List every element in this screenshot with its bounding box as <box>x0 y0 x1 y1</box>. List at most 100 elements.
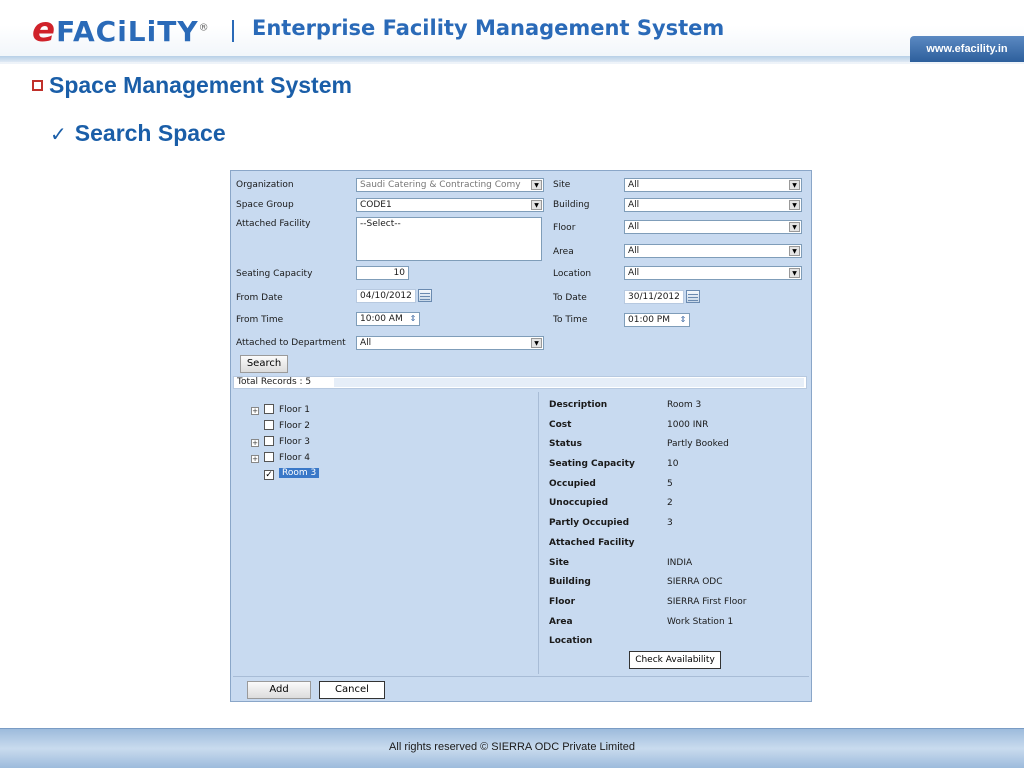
total-records-bar: Total Records : 5 <box>233 376 807 389</box>
footer-copyright: All rights reserved © SIERRA ODC Private… <box>389 741 635 753</box>
detail-value: SIERRA First Floor <box>667 597 747 607</box>
detail-label: Status <box>549 439 582 449</box>
tree-item[interactable]: + Floor 3 <box>251 436 310 450</box>
floor-label: Floor <box>553 223 576 233</box>
add-button[interactable]: Add <box>247 681 311 699</box>
organization-select[interactable]: Saudi Catering & Contracting Comy ▼ <box>356 178 544 192</box>
checkbox-icon[interactable] <box>264 404 274 414</box>
check-availability-button[interactable]: Check Availability <box>629 651 721 669</box>
spinner-icon[interactable]: ⇕ <box>677 314 689 326</box>
site-label: Site <box>553 180 571 190</box>
area-select[interactable]: All ▼ <box>624 244 802 258</box>
subsection-title-text: Search Space <box>74 120 226 146</box>
detail-label: Seating Capacity <box>549 459 635 469</box>
attached-facility-label: Attached Facility <box>236 219 311 229</box>
page-footer: All rights reserved © SIERRA ODC Private… <box>0 728 1024 768</box>
dropdown-arrow-icon: ▼ <box>789 180 800 190</box>
checkbox-icon[interactable] <box>264 452 274 462</box>
detail-label: Site <box>549 558 569 568</box>
to-date-label: To Date <box>553 293 587 303</box>
checkbox-icon[interactable] <box>264 420 274 430</box>
tree-item[interactable]: + Floor 4 <box>251 452 310 466</box>
calendar-icon[interactable] <box>686 290 700 303</box>
logo-text: FACiLiTY <box>56 15 199 48</box>
space-details: Description Room 3 Cost 1000 INR Status … <box>538 392 810 674</box>
building-select[interactable]: All ▼ <box>624 198 802 212</box>
subsection-title: ✓ Search Space <box>50 120 226 147</box>
search-button[interactable]: Search <box>240 355 288 373</box>
header-url[interactable]: www.efacility.in <box>910 36 1024 62</box>
seating-capacity-label: Seating Capacity <box>236 269 313 279</box>
logo-e: e <box>32 10 57 50</box>
dropdown-arrow-icon: ▼ <box>531 200 542 210</box>
space-group-select[interactable]: CODE1 ▼ <box>356 198 544 212</box>
header-title: Enterprise Facility Management System <box>252 16 725 40</box>
detail-label: Building <box>549 577 591 587</box>
app-header: eFACiLiTY® Enterprise Facility Managemen… <box>0 0 1024 64</box>
detail-value: 1000 INR <box>667 420 709 430</box>
tree-item-selected[interactable]: ✓ Room 3 <box>251 467 320 481</box>
header-separator <box>232 20 234 42</box>
detail-label: Location <box>549 636 593 646</box>
checkmark-icon: ✓ <box>50 122 67 146</box>
detail-value: 3 <box>667 518 673 528</box>
expand-plus-icon[interactable]: + <box>251 407 259 415</box>
to-date-input[interactable]: 30/11/2012 <box>624 290 684 304</box>
detail-value: 10 <box>667 459 679 469</box>
organization-label: Organization <box>236 180 294 190</box>
detail-label: Floor <box>549 597 576 607</box>
from-date-label: From Date <box>236 293 283 303</box>
space-group-label: Space Group <box>236 200 294 210</box>
logo-registered: ® <box>198 22 210 34</box>
detail-label: Partly Occupied <box>549 518 630 528</box>
detail-value: 5 <box>667 479 673 489</box>
section-title: Space Management System <box>32 72 352 99</box>
location-select[interactable]: All ▼ <box>624 266 802 280</box>
calendar-icon[interactable] <box>418 289 432 302</box>
tree-item[interactable]: Floor 2 <box>251 420 310 434</box>
from-time-label: From Time <box>236 315 284 325</box>
detail-label: Description <box>549 400 608 410</box>
space-tree: + Floor 1 Floor 2 + Floor 3 + Floor 4 ✓ Room… <box>233 392 537 674</box>
efacility-logo: eFACiLiTY® <box>32 10 210 50</box>
dropdown-arrow-icon: ▼ <box>531 338 542 348</box>
checkbox-icon[interactable] <box>264 436 274 446</box>
detail-label: Attached Facility <box>549 538 635 548</box>
detail-label: Occupied <box>549 479 596 489</box>
expand-plus-icon[interactable]: + <box>251 455 259 463</box>
site-select[interactable]: All ▼ <box>624 178 802 192</box>
detail-value: INDIA <box>667 558 693 568</box>
square-bullet-icon <box>32 80 43 91</box>
attached-department-select[interactable]: All ▼ <box>356 336 544 350</box>
detail-value: 2 <box>667 498 673 508</box>
attached-facility-listbox[interactable]: --Select-- <box>356 217 542 261</box>
attached-department-label: Attached to Department <box>236 338 346 348</box>
to-time-label: To Time <box>553 315 588 325</box>
dropdown-arrow-icon: ▼ <box>789 222 800 232</box>
detail-value: Room 3 <box>667 400 702 410</box>
dropdown-arrow-icon: ▼ <box>789 268 800 278</box>
from-date-input[interactable]: 04/10/2012 <box>356 289 416 303</box>
detail-label: Unoccupied <box>549 498 609 508</box>
records-fill <box>334 378 804 387</box>
detail-value: Work Station 1 <box>667 617 734 627</box>
floor-select[interactable]: All ▼ <box>624 220 802 234</box>
panel-actions: Add Cancel <box>233 676 809 701</box>
dropdown-arrow-icon: ▼ <box>531 180 542 190</box>
dropdown-arrow-icon: ▼ <box>789 246 800 256</box>
seating-capacity-input[interactable]: 10 <box>356 266 409 280</box>
spinner-icon[interactable]: ⇕ <box>407 313 419 325</box>
building-label: Building <box>553 200 590 210</box>
expand-plus-icon[interactable]: + <box>251 439 259 447</box>
header-band <box>0 56 1024 62</box>
dropdown-arrow-icon: ▼ <box>789 200 800 210</box>
tree-item[interactable]: + Floor 1 <box>251 404 310 418</box>
area-label: Area <box>553 247 574 257</box>
detail-value: SIERRA ODC <box>667 577 723 587</box>
search-space-panel: Organization Saudi Catering & Contractin… <box>230 170 812 702</box>
total-records-text: Total Records : 5 <box>237 377 312 387</box>
checkbox-checked-icon[interactable]: ✓ <box>264 470 274 480</box>
detail-label: Area <box>549 617 573 627</box>
cancel-button[interactable]: Cancel <box>319 681 385 699</box>
location-label: Location <box>553 269 592 279</box>
